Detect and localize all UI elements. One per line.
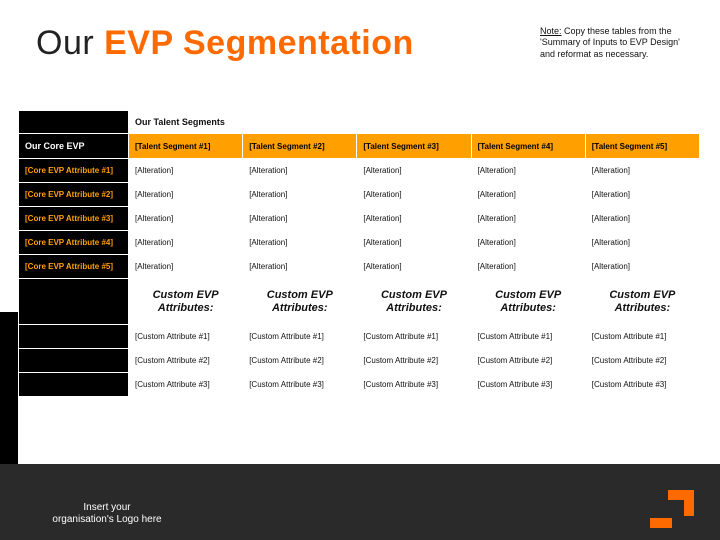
custom-attr-title: Custom EVP Attributes: bbox=[129, 279, 243, 325]
segment-header: [Talent Segment #4] bbox=[471, 134, 585, 159]
table-row: [Core EVP Attribute #2] [Alteration] [Al… bbox=[19, 183, 700, 207]
note-label: Note: bbox=[540, 26, 562, 36]
alteration-cell: [Alteration] bbox=[471, 159, 585, 183]
table-row: Our Core EVP [Talent Segment #1] [Talent… bbox=[19, 134, 700, 159]
alteration-cell: [Alteration] bbox=[585, 159, 699, 183]
alteration-cell: [Alteration] bbox=[129, 159, 243, 183]
custom-attr-cell: [Custom Attribute #1] bbox=[129, 325, 243, 349]
segment-header: [Talent Segment #2] bbox=[243, 134, 357, 159]
blank-cell bbox=[19, 373, 129, 397]
custom-attr-cell: [Custom Attribute #2] bbox=[357, 349, 471, 373]
alteration-cell: [Alteration] bbox=[585, 183, 699, 207]
logo-placeholder: Insert your organisation's Logo here bbox=[52, 502, 162, 526]
table-row: [Core EVP Attribute #1] [Alteration] [Al… bbox=[19, 159, 700, 183]
custom-attr-title: Custom EVP Attributes: bbox=[585, 279, 699, 325]
blank-cell bbox=[19, 279, 129, 325]
custom-attr-cell: [Custom Attribute #1] bbox=[585, 325, 699, 349]
custom-attr-title: Custom EVP Attributes: bbox=[243, 279, 357, 325]
table-row: [Core EVP Attribute #5] [Alteration] [Al… bbox=[19, 255, 700, 279]
alteration-cell: [Alteration] bbox=[129, 207, 243, 231]
segment-header: [Talent Segment #5] bbox=[585, 134, 699, 159]
note-box: Note: Copy these tables from the 'Summar… bbox=[540, 26, 690, 60]
alteration-cell: [Alteration] bbox=[357, 159, 471, 183]
alteration-cell: [Alteration] bbox=[471, 231, 585, 255]
table-row: [Core EVP Attribute #3] [Alteration] [Al… bbox=[19, 207, 700, 231]
custom-attr-title: Custom EVP Attributes: bbox=[471, 279, 585, 325]
alteration-cell: [Alteration] bbox=[585, 231, 699, 255]
alteration-cell: [Alteration] bbox=[471, 207, 585, 231]
blank-cell bbox=[19, 111, 129, 134]
custom-attr-cell: [Custom Attribute #1] bbox=[243, 325, 357, 349]
table-row: [Core EVP Attribute #4] [Alteration] [Al… bbox=[19, 231, 700, 255]
table-row: [Custom Attribute #2] [Custom Attribute … bbox=[19, 349, 700, 373]
custom-attr-cell: [Custom Attribute #3] bbox=[585, 373, 699, 397]
custom-attr-cell: [Custom Attribute #1] bbox=[357, 325, 471, 349]
brand-logo-icon bbox=[650, 484, 694, 528]
custom-attr-title: Custom EVP Attributes: bbox=[357, 279, 471, 325]
alteration-cell: [Alteration] bbox=[243, 183, 357, 207]
talent-segments-header: Our Talent Segments bbox=[129, 111, 700, 134]
core-attr-label: [Core EVP Attribute #5] bbox=[19, 255, 129, 279]
custom-attr-cell: [Custom Attribute #3] bbox=[357, 373, 471, 397]
title-text-left: Our bbox=[36, 24, 104, 62]
note-text: Copy these tables from the 'Summary of I… bbox=[540, 26, 680, 59]
table-row: Custom EVP Attributes: Custom EVP Attrib… bbox=[19, 279, 700, 325]
table-row: [Custom Attribute #1] [Custom Attribute … bbox=[19, 325, 700, 349]
segment-header: [Talent Segment #3] bbox=[357, 134, 471, 159]
alteration-cell: [Alteration] bbox=[357, 255, 471, 279]
segment-header: [Talent Segment #1] bbox=[129, 134, 243, 159]
alteration-cell: [Alteration] bbox=[243, 207, 357, 231]
custom-attr-cell: [Custom Attribute #3] bbox=[471, 373, 585, 397]
blank-cell bbox=[19, 349, 129, 373]
alteration-cell: [Alteration] bbox=[243, 255, 357, 279]
table-row: [Custom Attribute #3] [Custom Attribute … bbox=[19, 373, 700, 397]
custom-attr-cell: [Custom Attribute #2] bbox=[471, 349, 585, 373]
title-text-highlight: EVP Segmentation bbox=[104, 24, 414, 62]
alteration-cell: [Alteration] bbox=[129, 231, 243, 255]
alteration-cell: [Alteration] bbox=[129, 183, 243, 207]
custom-attr-cell: [Custom Attribute #1] bbox=[471, 325, 585, 349]
core-evp-label: Our Core EVP bbox=[19, 134, 129, 159]
segmentation-table: Our Talent Segments Our Core EVP [Talent… bbox=[18, 110, 700, 397]
core-attr-label: [Core EVP Attribute #3] bbox=[19, 207, 129, 231]
custom-attr-cell: [Custom Attribute #3] bbox=[243, 373, 357, 397]
alteration-cell: [Alteration] bbox=[357, 231, 471, 255]
alteration-cell: [Alteration] bbox=[357, 207, 471, 231]
core-attr-label: [Core EVP Attribute #2] bbox=[19, 183, 129, 207]
alteration-cell: [Alteration] bbox=[243, 231, 357, 255]
alteration-cell: [Alteration] bbox=[471, 255, 585, 279]
alteration-cell: [Alteration] bbox=[357, 183, 471, 207]
alteration-cell: [Alteration] bbox=[585, 207, 699, 231]
custom-attr-cell: [Custom Attribute #3] bbox=[129, 373, 243, 397]
core-attr-label: [Core EVP Attribute #4] bbox=[19, 231, 129, 255]
slide-title: Our EVP Segmentation bbox=[36, 24, 414, 63]
alteration-cell: [Alteration] bbox=[243, 159, 357, 183]
alteration-cell: [Alteration] bbox=[129, 255, 243, 279]
core-attr-label: [Core EVP Attribute #1] bbox=[19, 159, 129, 183]
custom-attr-cell: [Custom Attribute #2] bbox=[585, 349, 699, 373]
blank-cell bbox=[19, 325, 129, 349]
custom-attr-cell: [Custom Attribute #2] bbox=[129, 349, 243, 373]
alteration-cell: [Alteration] bbox=[585, 255, 699, 279]
custom-attr-cell: [Custom Attribute #2] bbox=[243, 349, 357, 373]
alteration-cell: [Alteration] bbox=[471, 183, 585, 207]
segmentation-table-wrap: Our Talent Segments Our Core EVP [Talent… bbox=[18, 110, 700, 397]
table-row: Our Talent Segments bbox=[19, 111, 700, 134]
